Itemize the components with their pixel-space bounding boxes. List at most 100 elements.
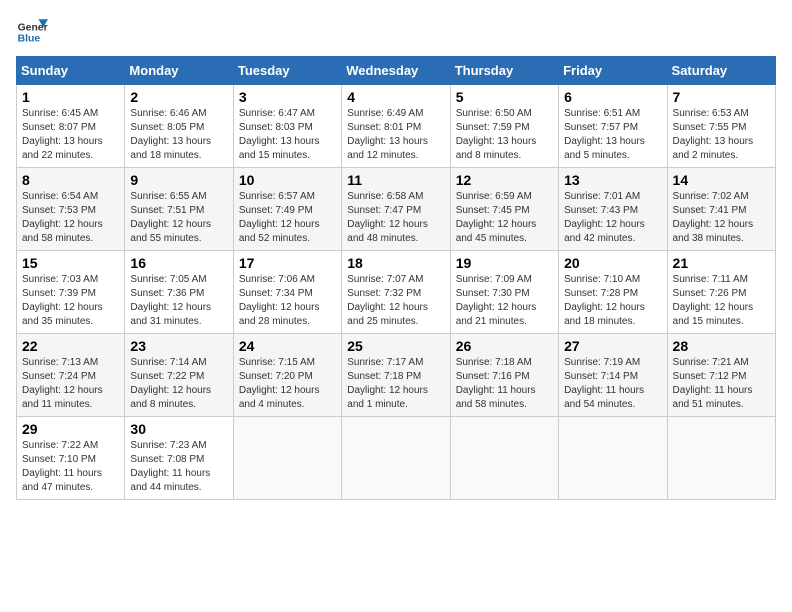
day-info: Sunrise: 7:15 AMSunset: 7:20 PMDaylight:…: [239, 357, 320, 410]
day-number: 14: [673, 172, 770, 188]
day-number: 17: [239, 255, 336, 271]
calendar-cell: 18 Sunrise: 7:07 AMSunset: 7:32 PMDaylig…: [342, 251, 450, 334]
calendar-cell: 4 Sunrise: 6:49 AMSunset: 8:01 PMDayligh…: [342, 85, 450, 168]
day-info: Sunrise: 7:03 AMSunset: 7:39 PMDaylight:…: [22, 274, 103, 327]
weekday-header-sunday: Sunday: [17, 57, 125, 85]
day-info: Sunrise: 6:45 AMSunset: 8:07 PMDaylight:…: [22, 108, 103, 161]
calendar-cell: 27 Sunrise: 7:19 AMSunset: 7:14 PMDaylig…: [559, 334, 667, 417]
calendar-cell: [667, 417, 775, 500]
logo-icon: General Blue: [16, 16, 48, 48]
day-number: 11: [347, 172, 444, 188]
day-number: 13: [564, 172, 661, 188]
calendar-cell: 3 Sunrise: 6:47 AMSunset: 8:03 PMDayligh…: [233, 85, 341, 168]
day-number: 29: [22, 421, 119, 437]
day-number: 16: [130, 255, 227, 271]
calendar-week-row: 22 Sunrise: 7:13 AMSunset: 7:24 PMDaylig…: [17, 334, 776, 417]
calendar-cell: 25 Sunrise: 7:17 AMSunset: 7:18 PMDaylig…: [342, 334, 450, 417]
calendar-cell: [450, 417, 558, 500]
calendar-week-row: 29 Sunrise: 7:22 AMSunset: 7:10 PMDaylig…: [17, 417, 776, 500]
day-info: Sunrise: 7:05 AMSunset: 7:36 PMDaylight:…: [130, 274, 211, 327]
day-info: Sunrise: 7:02 AMSunset: 7:41 PMDaylight:…: [673, 191, 754, 244]
day-info: Sunrise: 7:09 AMSunset: 7:30 PMDaylight:…: [456, 274, 537, 327]
svg-text:Blue: Blue: [18, 34, 41, 45]
calendar-week-row: 8 Sunrise: 6:54 AMSunset: 7:53 PMDayligh…: [17, 168, 776, 251]
calendar-cell: 26 Sunrise: 7:18 AMSunset: 7:16 PMDaylig…: [450, 334, 558, 417]
day-info: Sunrise: 6:46 AMSunset: 8:05 PMDaylight:…: [130, 108, 211, 161]
weekday-header-friday: Friday: [559, 57, 667, 85]
calendar-cell: 10 Sunrise: 6:57 AMSunset: 7:49 PMDaylig…: [233, 168, 341, 251]
weekday-header-wednesday: Wednesday: [342, 57, 450, 85]
day-info: Sunrise: 6:49 AMSunset: 8:01 PMDaylight:…: [347, 108, 428, 161]
calendar-week-row: 1 Sunrise: 6:45 AMSunset: 8:07 PMDayligh…: [17, 85, 776, 168]
day-number: 27: [564, 338, 661, 354]
day-info: Sunrise: 7:19 AMSunset: 7:14 PMDaylight:…: [564, 357, 644, 410]
day-info: Sunrise: 7:17 AMSunset: 7:18 PMDaylight:…: [347, 357, 428, 410]
day-number: 9: [130, 172, 227, 188]
day-number: 23: [130, 338, 227, 354]
day-info: Sunrise: 6:50 AMSunset: 7:59 PMDaylight:…: [456, 108, 537, 161]
day-number: 7: [673, 89, 770, 105]
day-info: Sunrise: 7:21 AMSunset: 7:12 PMDaylight:…: [673, 357, 753, 410]
day-number: 6: [564, 89, 661, 105]
calendar-cell: 15 Sunrise: 7:03 AMSunset: 7:39 PMDaylig…: [17, 251, 125, 334]
page-header: General Blue: [16, 16, 776, 48]
day-info: Sunrise: 7:18 AMSunset: 7:16 PMDaylight:…: [456, 357, 536, 410]
calendar-cell: 5 Sunrise: 6:50 AMSunset: 7:59 PMDayligh…: [450, 85, 558, 168]
day-info: Sunrise: 7:13 AMSunset: 7:24 PMDaylight:…: [22, 357, 103, 410]
day-info: Sunrise: 6:53 AMSunset: 7:55 PMDaylight:…: [673, 108, 754, 161]
day-info: Sunrise: 7:22 AMSunset: 7:10 PMDaylight:…: [22, 440, 102, 493]
day-info: Sunrise: 7:07 AMSunset: 7:32 PMDaylight:…: [347, 274, 428, 327]
day-info: Sunrise: 7:11 AMSunset: 7:26 PMDaylight:…: [673, 274, 754, 327]
calendar-cell: 30 Sunrise: 7:23 AMSunset: 7:08 PMDaylig…: [125, 417, 233, 500]
day-info: Sunrise: 6:57 AMSunset: 7:49 PMDaylight:…: [239, 191, 320, 244]
calendar-cell: 16 Sunrise: 7:05 AMSunset: 7:36 PMDaylig…: [125, 251, 233, 334]
calendar-cell: 20 Sunrise: 7:10 AMSunset: 7:28 PMDaylig…: [559, 251, 667, 334]
calendar-cell: 12 Sunrise: 6:59 AMSunset: 7:45 PMDaylig…: [450, 168, 558, 251]
calendar-table: SundayMondayTuesdayWednesdayThursdayFrid…: [16, 56, 776, 500]
calendar-cell: 24 Sunrise: 7:15 AMSunset: 7:20 PMDaylig…: [233, 334, 341, 417]
day-info: Sunrise: 6:59 AMSunset: 7:45 PMDaylight:…: [456, 191, 537, 244]
day-number: 4: [347, 89, 444, 105]
day-number: 3: [239, 89, 336, 105]
calendar-cell: [342, 417, 450, 500]
calendar-cell: 19 Sunrise: 7:09 AMSunset: 7:30 PMDaylig…: [450, 251, 558, 334]
weekday-header-tuesday: Tuesday: [233, 57, 341, 85]
calendar-cell: 1 Sunrise: 6:45 AMSunset: 8:07 PMDayligh…: [17, 85, 125, 168]
day-info: Sunrise: 6:47 AMSunset: 8:03 PMDaylight:…: [239, 108, 320, 161]
calendar-cell: 22 Sunrise: 7:13 AMSunset: 7:24 PMDaylig…: [17, 334, 125, 417]
day-number: 1: [22, 89, 119, 105]
day-info: Sunrise: 7:23 AMSunset: 7:08 PMDaylight:…: [130, 440, 210, 493]
day-number: 21: [673, 255, 770, 271]
calendar-cell: 14 Sunrise: 7:02 AMSunset: 7:41 PMDaylig…: [667, 168, 775, 251]
day-number: 24: [239, 338, 336, 354]
calendar-cell: 8 Sunrise: 6:54 AMSunset: 7:53 PMDayligh…: [17, 168, 125, 251]
day-number: 12: [456, 172, 553, 188]
calendar-cell: 29 Sunrise: 7:22 AMSunset: 7:10 PMDaylig…: [17, 417, 125, 500]
day-number: 30: [130, 421, 227, 437]
day-number: 2: [130, 89, 227, 105]
calendar-week-row: 15 Sunrise: 7:03 AMSunset: 7:39 PMDaylig…: [17, 251, 776, 334]
day-info: Sunrise: 6:51 AMSunset: 7:57 PMDaylight:…: [564, 108, 645, 161]
calendar-cell: 23 Sunrise: 7:14 AMSunset: 7:22 PMDaylig…: [125, 334, 233, 417]
day-info: Sunrise: 6:55 AMSunset: 7:51 PMDaylight:…: [130, 191, 211, 244]
calendar-cell: 17 Sunrise: 7:06 AMSunset: 7:34 PMDaylig…: [233, 251, 341, 334]
day-info: Sunrise: 6:54 AMSunset: 7:53 PMDaylight:…: [22, 191, 103, 244]
day-info: Sunrise: 7:14 AMSunset: 7:22 PMDaylight:…: [130, 357, 211, 410]
calendar-cell: 9 Sunrise: 6:55 AMSunset: 7:51 PMDayligh…: [125, 168, 233, 251]
day-number: 5: [456, 89, 553, 105]
calendar-cell: [559, 417, 667, 500]
day-number: 15: [22, 255, 119, 271]
calendar-cell: 13 Sunrise: 7:01 AMSunset: 7:43 PMDaylig…: [559, 168, 667, 251]
calendar-cell: 7 Sunrise: 6:53 AMSunset: 7:55 PMDayligh…: [667, 85, 775, 168]
weekday-header-monday: Monday: [125, 57, 233, 85]
day-number: 22: [22, 338, 119, 354]
calendar-cell: [233, 417, 341, 500]
day-number: 28: [673, 338, 770, 354]
day-number: 19: [456, 255, 553, 271]
calendar-cell: 28 Sunrise: 7:21 AMSunset: 7:12 PMDaylig…: [667, 334, 775, 417]
day-number: 18: [347, 255, 444, 271]
day-info: Sunrise: 7:10 AMSunset: 7:28 PMDaylight:…: [564, 274, 645, 327]
day-number: 26: [456, 338, 553, 354]
weekday-header-thursday: Thursday: [450, 57, 558, 85]
day-number: 25: [347, 338, 444, 354]
